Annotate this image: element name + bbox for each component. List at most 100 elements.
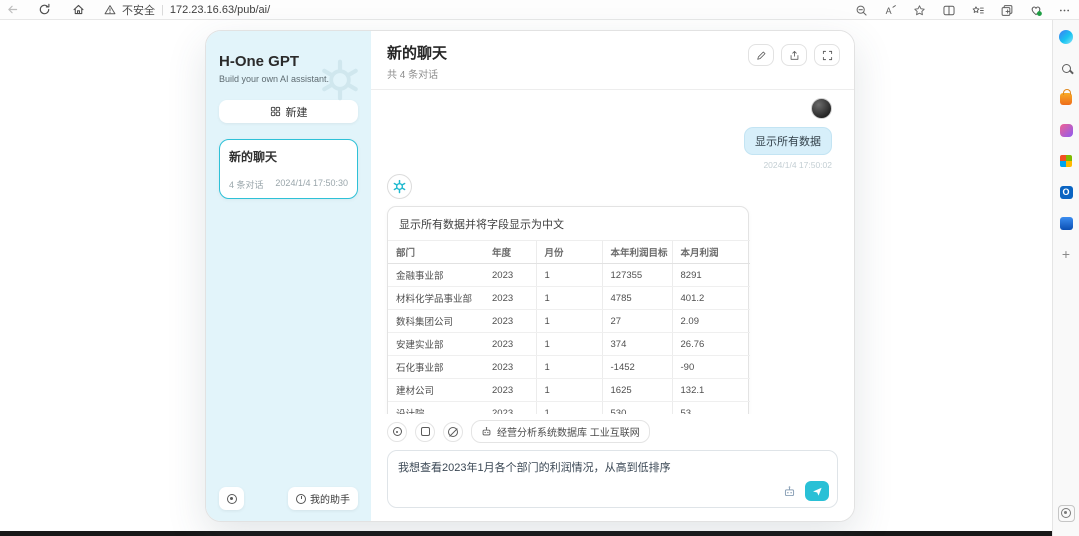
read-aloud-icon[interactable]: A [876, 1, 905, 19]
table-header-cell: 部门 [388, 241, 484, 264]
table-cell: 1 [536, 264, 602, 287]
gear-icon [227, 494, 237, 504]
table-cell: 2023 [484, 310, 536, 333]
taskbar-edge [0, 531, 1052, 536]
new-chat-label: 新建 [286, 104, 308, 120]
table-cell: 53 [672, 402, 750, 415]
chatgpt-logo-watermark-icon [317, 57, 363, 108]
chat-item-title: 新的聊天 [229, 148, 348, 165]
maximize-icon [822, 50, 833, 61]
address-bar[interactable]: 不安全 | 172.23.16.63/pub/ai/ [104, 2, 270, 18]
clear-icon [448, 427, 458, 437]
message-list: 显示所有数据 2024/1/4 17:50:02 显示所有数据并将字段显示为中文… [371, 90, 854, 414]
rename-chat-button[interactable] [748, 44, 774, 66]
table-cell: 1 [536, 310, 602, 333]
result-table-head-row: 部门年度月份本年利润目标本月利润 [388, 241, 750, 264]
theme-icon [421, 427, 430, 436]
user-avatar [811, 98, 832, 119]
table-cell: 8291 [672, 264, 750, 287]
table-row: 材料化学品事业部202314785401.2 [388, 287, 750, 310]
table-cell: 安建实业部 [388, 333, 484, 356]
split-screen-icon[interactable] [934, 1, 963, 19]
chat-subtitle: 共 4 条对话 [387, 66, 838, 81]
send-icon [812, 486, 823, 497]
my-assistant-button[interactable]: 我的助手 [288, 487, 358, 510]
table-cell: 26.76 [672, 333, 750, 356]
user-message-bubble[interactable]: 显示所有数据 [744, 127, 832, 155]
warning-icon [104, 4, 116, 16]
table-cell: 设计院 [388, 402, 484, 415]
voice-robot-icon[interactable] [783, 485, 796, 498]
refresh-button[interactable] [32, 1, 56, 19]
settings-button[interactable] [219, 487, 244, 510]
result-table-body: 金融事业部202311273558291材料化学品事业部202314785401… [388, 264, 750, 415]
table-cell: 材料化学品事业部 [388, 287, 484, 310]
chat-input-actions: 经营分析系统数据库 工业互联网 [371, 414, 854, 450]
chat-header: 新的聊天 共 4 条对话 [371, 31, 854, 90]
assistant-message: 显示所有数据并将字段显示为中文 部门年度月份本年利润目标本月利润 金融事业部20… [387, 174, 838, 414]
zoom-icon[interactable] [847, 1, 876, 19]
table-cell: -90 [672, 356, 750, 379]
back-button[interactable] [0, 1, 24, 19]
drop-icon[interactable] [1056, 214, 1076, 232]
microsoft-365-icon[interactable] [1056, 152, 1076, 170]
outlook-icon[interactable]: O [1056, 183, 1076, 201]
grid-icon [270, 106, 281, 117]
table-cell: 1 [536, 356, 602, 379]
pencil-icon [756, 50, 767, 61]
svg-text:A: A [886, 5, 892, 15]
table-cell: 石化事业部 [388, 356, 484, 379]
app-sidebar: H-One GPT Build your own AI assistant. 新… [206, 31, 371, 521]
assistant-icon [296, 494, 306, 504]
user-message: 显示所有数据 2024/1/4 17:50:02 [387, 98, 838, 170]
address-separator: | [161, 4, 164, 16]
table-row: 设计院2023153053 [388, 402, 750, 415]
add-apps-icon[interactable]: + [1056, 245, 1076, 263]
favorites-star-icon[interactable] [905, 1, 934, 19]
table-cell: 1 [536, 402, 602, 415]
home-button[interactable] [66, 1, 90, 19]
robot-icon [481, 426, 492, 437]
chat-item-count: 4 条对话 [229, 178, 264, 191]
favorites-list-icon[interactable] [963, 1, 992, 19]
clear-context-button[interactable] [443, 422, 463, 442]
security-label: 不安全 [122, 2, 155, 18]
table-cell: 2023 [484, 287, 536, 310]
table-cell: 530 [602, 402, 672, 415]
image-creator-icon[interactable] [1056, 121, 1076, 139]
maximize-chat-button[interactable] [814, 44, 840, 66]
theme-button[interactable] [415, 422, 435, 442]
chat-list-item[interactable]: 新的聊天 4 条对话 2024/1/4 17:50:30 [219, 139, 358, 199]
search-icon[interactable] [1056, 59, 1076, 77]
table-header-cell: 本月利润 [672, 241, 750, 264]
gear-icon [393, 427, 402, 436]
table-cell: 2023 [484, 379, 536, 402]
table-cell: 374 [602, 333, 672, 356]
table-cell: 132.1 [672, 379, 750, 402]
send-button[interactable] [805, 481, 829, 501]
table-cell: 1625 [602, 379, 672, 402]
browser-menu-icon[interactable] [1050, 1, 1079, 19]
assistant-message-card[interactable]: 显示所有数据并将字段显示为中文 部门年度月份本年利润目标本月利润 金融事业部20… [387, 206, 749, 414]
collections-icon[interactable] [992, 1, 1021, 19]
table-row: 金融事业部202311273558291 [388, 264, 750, 287]
chat-input[interactable]: 我想查看2023年1月各个部门的利润情况，从高到低排序 [388, 451, 837, 507]
chat-settings-button[interactable] [387, 422, 407, 442]
table-row: 安建实业部2023137426.76 [388, 333, 750, 356]
url-text: 172.23.16.63/pub/ai/ [170, 4, 270, 16]
table-cell: 401.2 [672, 287, 750, 310]
copilot-icon[interactable] [1056, 28, 1076, 46]
browser-essentials-icon[interactable] [1021, 1, 1050, 19]
shopping-icon[interactable] [1056, 90, 1076, 108]
data-source-pill[interactable]: 经营分析系统数据库 工业互联网 [471, 420, 650, 443]
sidebar-settings-icon[interactable] [1056, 504, 1076, 522]
share-chat-button[interactable] [781, 44, 807, 66]
chat-panel: 新的聊天 共 4 条对话 显示所有数据 2024/1/4 17:50:02 [371, 31, 854, 521]
table-row: 建材公司202311625132.1 [388, 379, 750, 402]
chat-input-box: 我想查看2023年1月各个部门的利润情况，从高到低排序 [387, 450, 838, 508]
table-cell: 2.09 [672, 310, 750, 333]
table-cell: 1 [536, 333, 602, 356]
user-message-time: 2024/1/4 17:50:02 [763, 160, 832, 170]
table-row: 石化事业部20231-1452-90 [388, 356, 750, 379]
table-header-cell: 年度 [484, 241, 536, 264]
